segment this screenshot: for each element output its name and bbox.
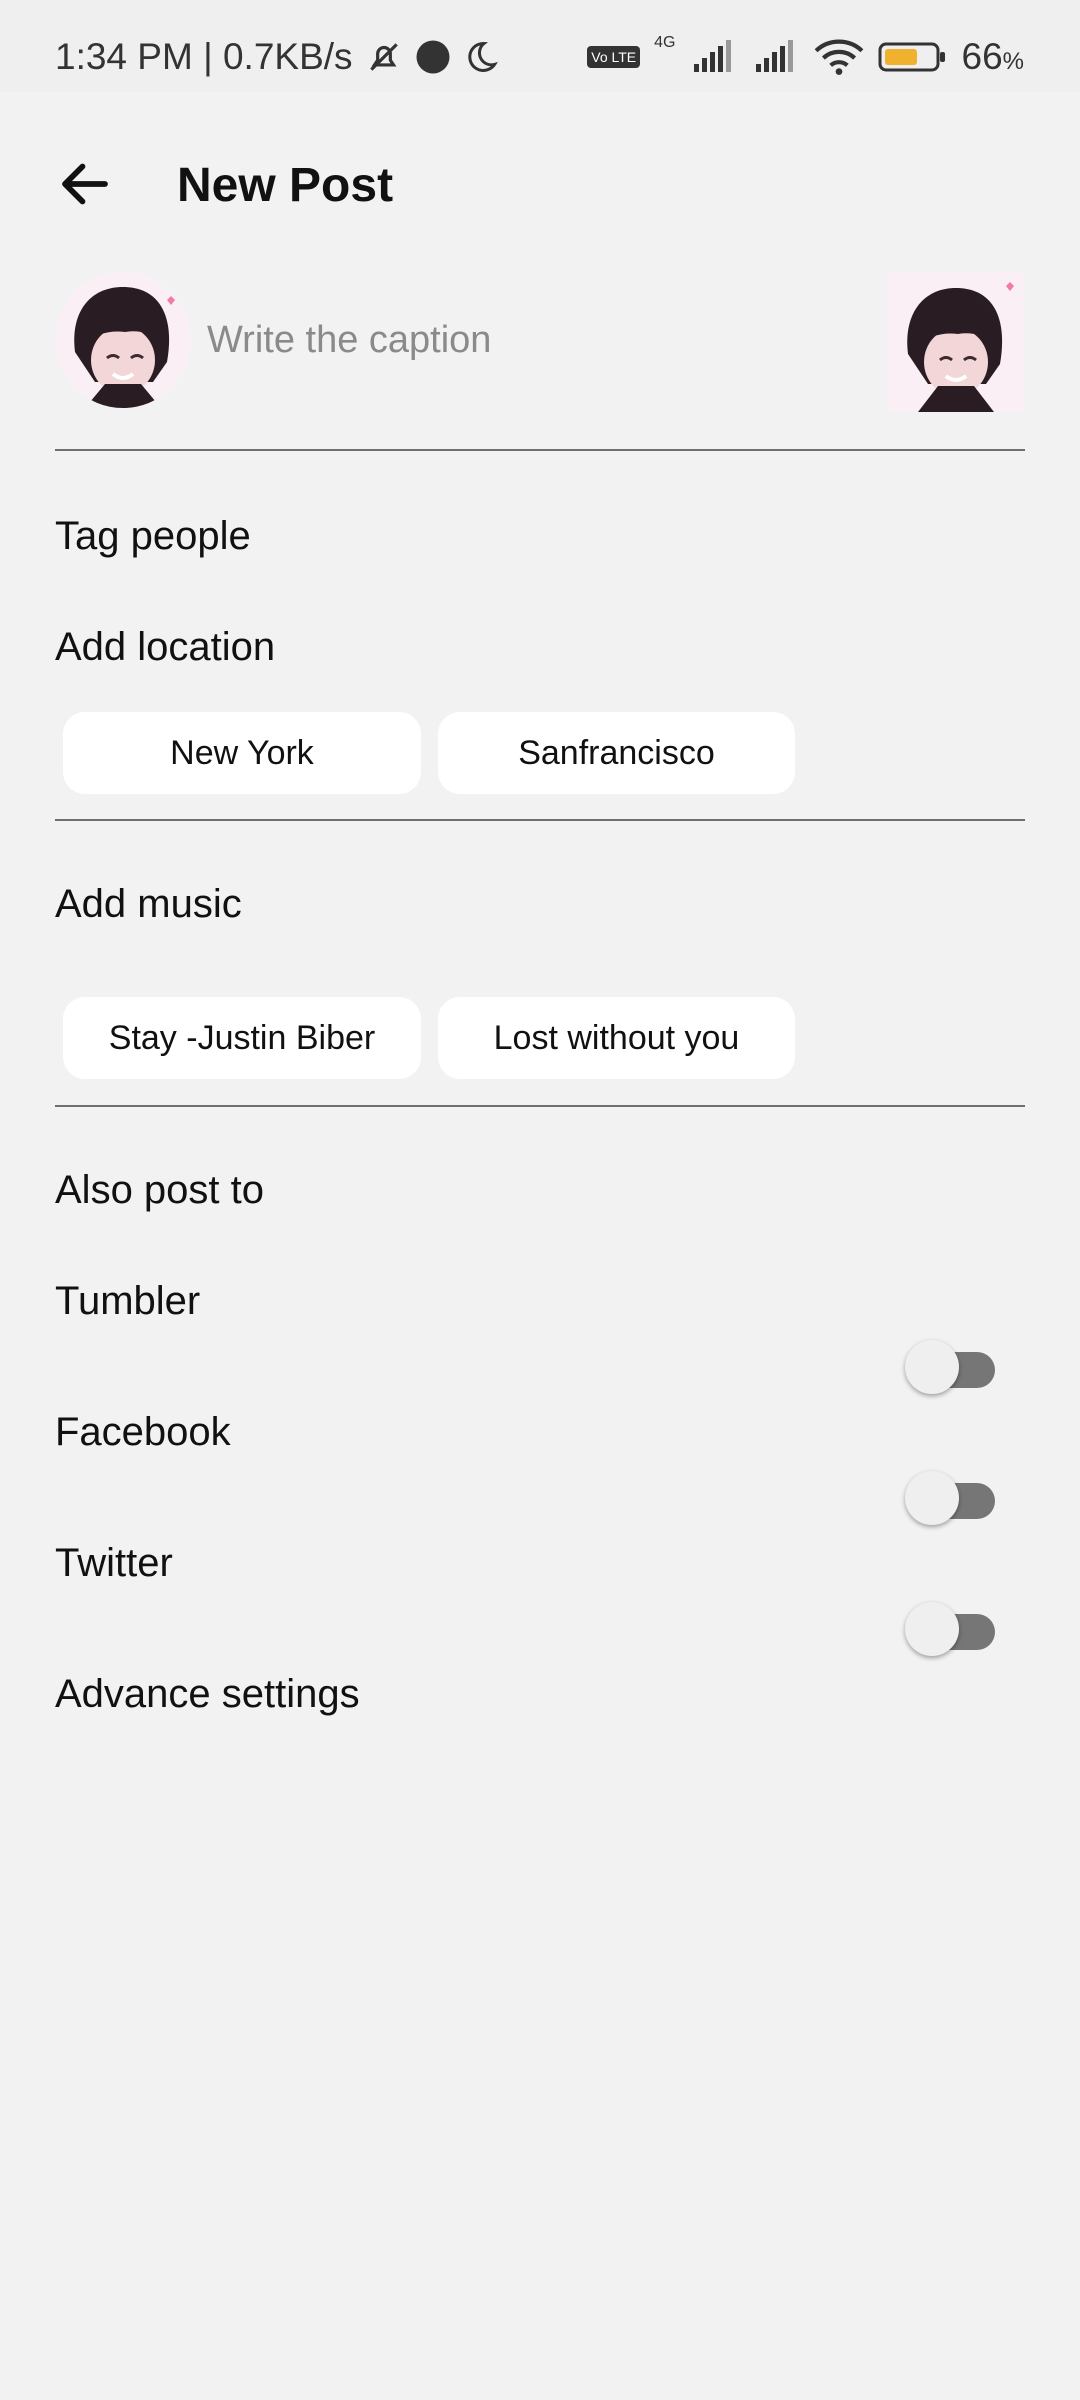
page-title: New Post	[177, 159, 394, 212]
add-music-row[interactable]: Add music	[55, 882, 242, 927]
facebook-label: Facebook	[55, 1410, 231, 1454]
tumbler-label: Tumbler	[55, 1279, 201, 1323]
facebook-toggle[interactable]	[905, 1471, 997, 1525]
network-type-label: 4G	[654, 34, 676, 51]
battery-percent: 66%	[961, 36, 1025, 77]
toggle-knob	[905, 1471, 959, 1525]
status-bar: 1:34 PM | 0.7KB/s Vo LTE 4G 66%	[0, 0, 1080, 92]
battery-icon	[878, 42, 945, 72]
add-location-row[interactable]: Add location	[55, 625, 275, 670]
moon-icon	[467, 41, 498, 72]
back-arrow-icon[interactable]	[55, 154, 115, 214]
record-dot-icon	[416, 40, 450, 74]
volte-icon: Vo LTE	[587, 46, 641, 68]
music-chip-lost-without-you[interactable]: Lost without you	[438, 997, 795, 1079]
avatar-illustration	[55, 272, 191, 408]
avatar	[55, 272, 191, 408]
divider	[55, 819, 1025, 821]
time-and-speed: 1:34 PM | 0.7KB/s	[55, 36, 353, 77]
also-post-to-label: Also post to	[55, 1168, 265, 1212]
tumbler-toggle[interactable]	[905, 1340, 997, 1394]
caption-input[interactable]	[205, 318, 849, 363]
wifi-icon	[814, 39, 863, 75]
signal-icon	[693, 40, 731, 72]
app-bar: New Post	[0, 130, 1080, 240]
post-thumbnail[interactable]	[888, 272, 1024, 412]
thumbnail-image	[888, 272, 1024, 412]
music-chip-stay[interactable]: Stay -Justin Biber	[63, 997, 421, 1079]
twitter-toggle[interactable]	[905, 1602, 997, 1656]
location-chip-new-york[interactable]: New York	[63, 712, 421, 794]
status-left: 1:34 PM | 0.7KB/s	[55, 36, 499, 78]
advance-settings-row[interactable]: Advance settings	[55, 1672, 360, 1717]
divider	[55, 449, 1025, 451]
location-chip-sanfrancisco[interactable]: Sanfrancisco	[438, 712, 795, 794]
toggle-knob	[905, 1602, 959, 1656]
status-right: Vo LTE 4G 66%	[587, 34, 1025, 78]
tag-people-row[interactable]: Tag people	[55, 514, 251, 559]
signal-2-icon	[755, 40, 793, 72]
toggle-knob	[905, 1340, 959, 1394]
divider	[55, 1105, 1025, 1107]
twitter-label: Twitter	[55, 1541, 173, 1585]
mute-bell-icon	[369, 43, 398, 71]
